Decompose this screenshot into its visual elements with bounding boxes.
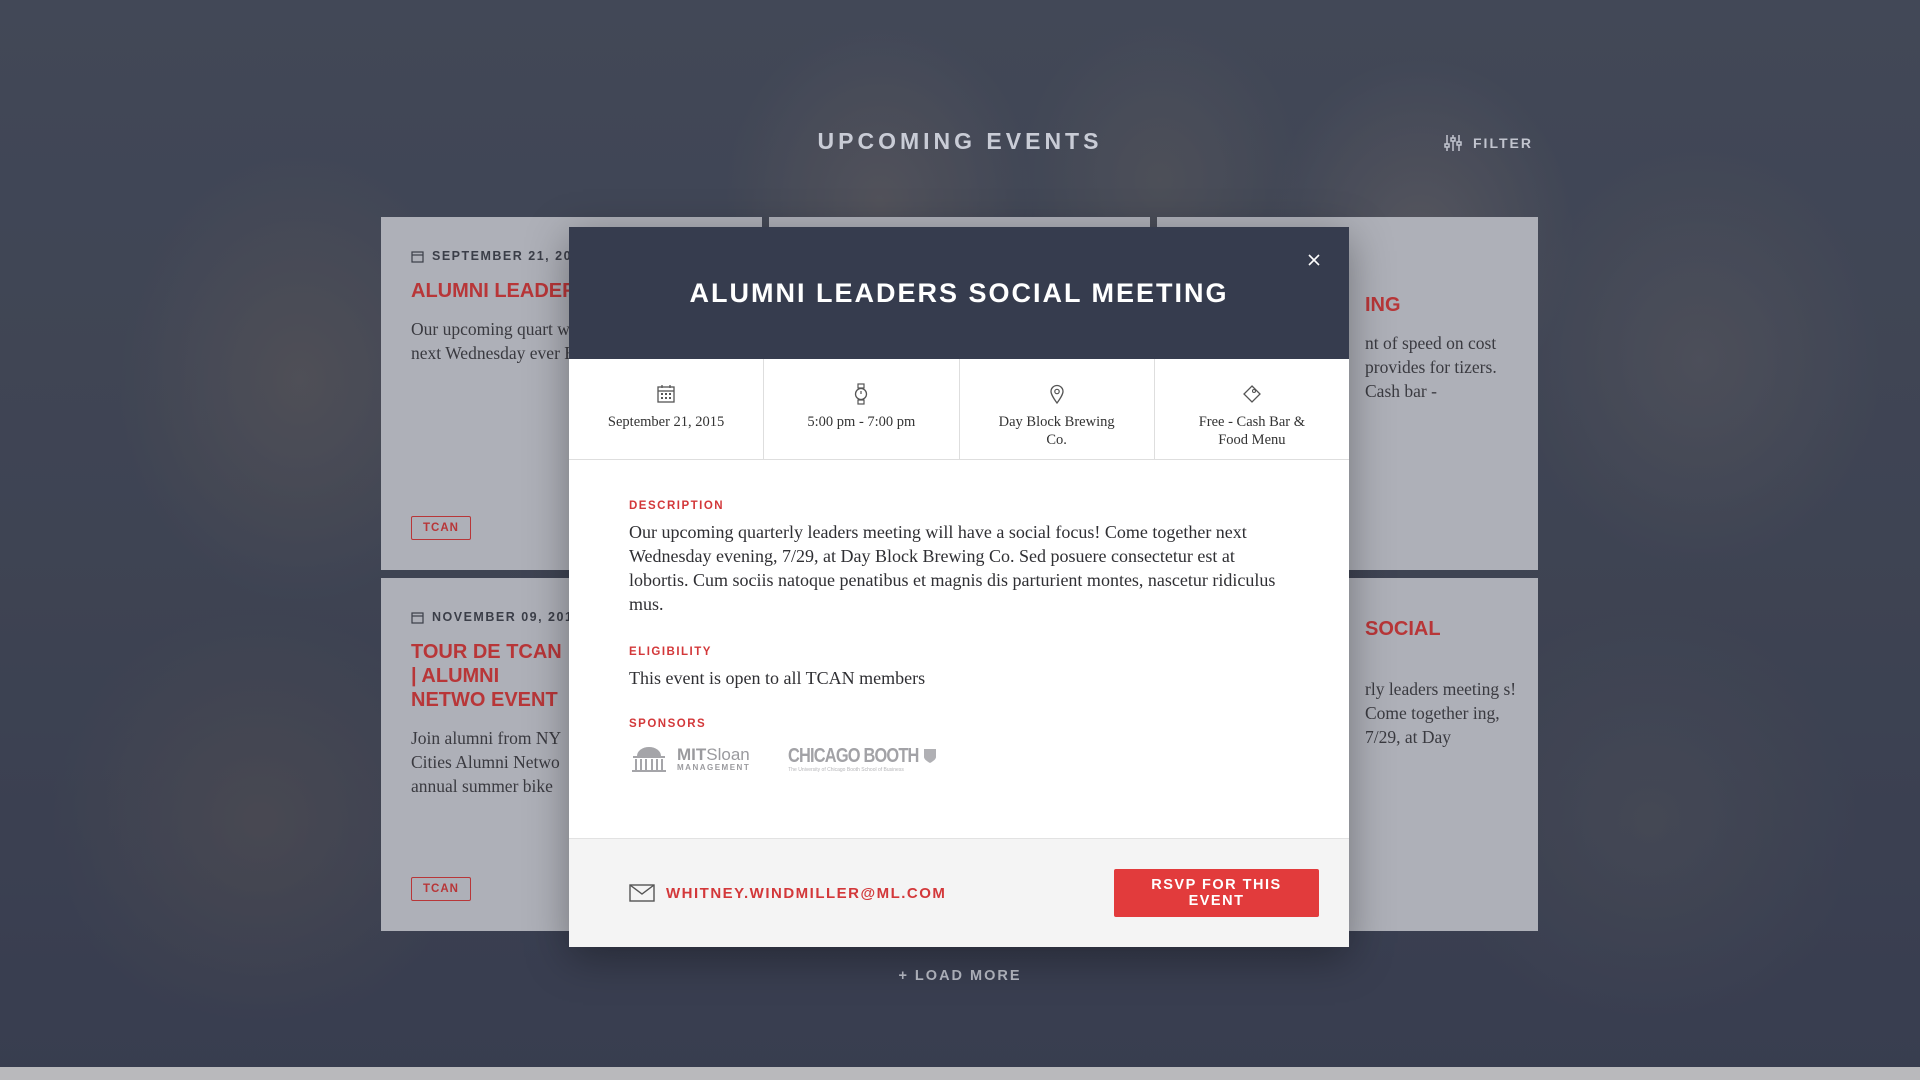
sponsors-list: MITSloan MANAGEMENT CHICAGO BOOTH The Un… bbox=[629, 744, 1289, 774]
info-time: 5:00 pm - 7:00 pm bbox=[764, 359, 960, 459]
modal-footer: WHITNEY.WINDMILLER@ML.COM RSVP FOR THIS … bbox=[569, 838, 1349, 947]
mit-logo-subtext: MANAGEMENT bbox=[677, 762, 751, 772]
chicago-logo-text: CHICAGO BOOTH bbox=[788, 745, 919, 767]
modal-header: ALUMNI LEADERS SOCIAL MEETING bbox=[569, 227, 1349, 359]
calendar-icon bbox=[657, 385, 675, 403]
load-more-button[interactable]: + LOAD MORE bbox=[0, 968, 1920, 984]
close-icon[interactable] bbox=[1305, 251, 1323, 269]
info-location-text: Day Block Brewing Co. bbox=[998, 414, 1115, 448]
description-label: DESCRIPTION bbox=[629, 500, 725, 512]
watch-icon bbox=[855, 383, 868, 405]
mit-dome-icon bbox=[632, 747, 666, 772]
chicago-shield-icon bbox=[924, 749, 937, 763]
envelope-icon bbox=[629, 884, 655, 902]
card-date-text: SEPTEMBER 21, 2015 bbox=[432, 249, 589, 263]
rsvp-button[interactable]: RSVP FOR THIS EVENT bbox=[1114, 869, 1319, 917]
mit-logo-text: MITSloan bbox=[677, 744, 750, 764]
card-text: nt of speed on cost provides for tizers.… bbox=[1365, 333, 1497, 401]
modal-title: ALUMNI LEADERS SOCIAL MEETING bbox=[689, 277, 1229, 308]
info-cost-text: Free - Cash Bar & Food Menu bbox=[1198, 414, 1306, 448]
sponsor-mit-sloan[interactable]: MITSloan MANAGEMENT bbox=[629, 744, 750, 774]
event-modal: ALUMNI LEADERS SOCIAL MEETING September … bbox=[569, 227, 1349, 947]
sponsors-label: SPONSORS bbox=[629, 718, 707, 730]
contact-email-link[interactable]: WHITNEY.WINDMILLER@ML.COM bbox=[629, 884, 946, 902]
eligibility-text: This event is open to all TCAN members bbox=[629, 668, 926, 688]
info-date: September 21, 2015 bbox=[569, 359, 765, 459]
card-date-text: NOVEMBER 09, 2015 bbox=[432, 610, 582, 624]
card-text: Join alumni from NY Cities Alumni Netwo … bbox=[411, 728, 561, 796]
ticket-icon bbox=[1242, 385, 1261, 403]
info-time-text: 5:00 pm - 7:00 pm bbox=[807, 414, 916, 430]
filter-icon bbox=[1444, 135, 1462, 151]
card-tag[interactable]: TCAN bbox=[411, 877, 471, 901]
contact-email-text: WHITNEY.WINDMILLER@ML.COM bbox=[666, 884, 947, 902]
map-pin-icon bbox=[1049, 384, 1064, 404]
footer-strip bbox=[0, 1067, 1920, 1080]
calendar-icon bbox=[411, 611, 424, 624]
modal-body: DESCRIPTION Our upcoming quarterly leade… bbox=[569, 460, 1349, 837]
info-date-text: September 21, 2015 bbox=[607, 414, 725, 430]
description-text: Our upcoming quarterly leaders meeting w… bbox=[629, 522, 1276, 614]
eligibility-label: ELIGIBILITY bbox=[629, 646, 712, 658]
info-cost: Free - Cash Bar & Food Menu bbox=[1155, 359, 1349, 459]
card-title[interactable]: TOUR DE TCAN | ALUMNI NETWO EVENT bbox=[411, 640, 571, 712]
card-text: rly leaders meeting s! Come together ing… bbox=[1365, 679, 1517, 747]
card-tag[interactable]: TCAN bbox=[411, 516, 471, 540]
sponsor-chicago-booth[interactable]: CHICAGO BOOTH The University of Chicago … bbox=[788, 745, 937, 773]
filter-button[interactable]: FILTER bbox=[1443, 134, 1533, 152]
card-title[interactable]: ING bbox=[1365, 293, 1525, 317]
event-info-row: September 21, 2015 5:00 pm - 7:00 pm Day… bbox=[569, 359, 1349, 460]
calendar-icon bbox=[411, 250, 424, 263]
filter-label: FILTER bbox=[1473, 135, 1533, 151]
info-location: Day Block Brewing Co. bbox=[960, 359, 1155, 459]
chicago-logo-subtext: The University of Chicago Booth School o… bbox=[788, 767, 904, 773]
page-title: UPCOMING EVENTS bbox=[817, 128, 1103, 154]
card-title[interactable]: SOCIAL bbox=[1365, 617, 1525, 641]
